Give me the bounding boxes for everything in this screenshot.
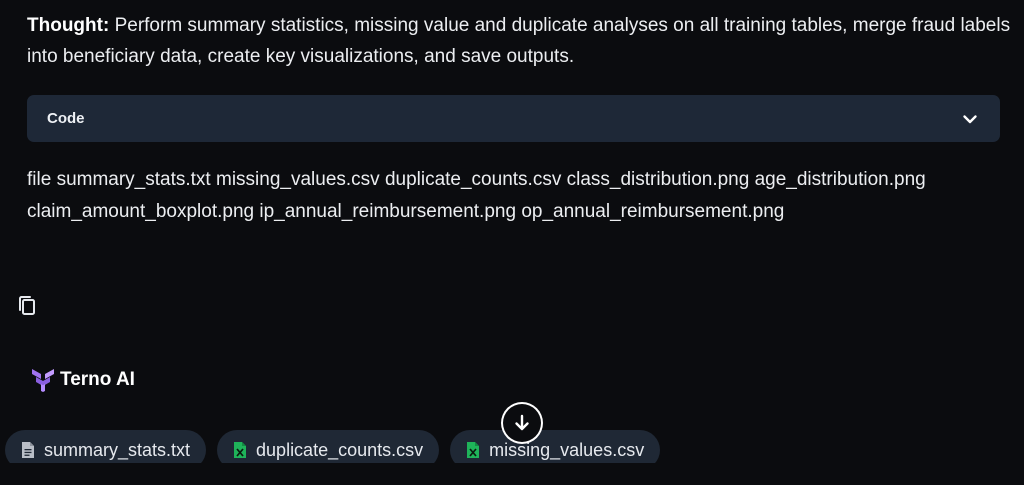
arrow-down-icon xyxy=(515,414,529,431)
scroll-to-bottom-button[interactable] xyxy=(501,402,543,444)
chevron-down-icon[interactable] xyxy=(960,109,980,129)
attachment-name: summary_stats.txt xyxy=(44,439,191,460)
spreadsheet-file-icon xyxy=(234,442,247,458)
assistant-name: Terno AI xyxy=(60,369,135,390)
attachment-name: duplicate_counts.csv xyxy=(256,439,424,460)
terno-logo-icon xyxy=(32,369,54,392)
attachment-name: missing_values.csv xyxy=(489,439,645,460)
thought-message: Thought: Perform summary statistics, mis… xyxy=(27,10,1012,72)
scroll-button-inner xyxy=(503,404,541,442)
code-label: Code xyxy=(47,110,85,127)
text-file-icon xyxy=(22,442,34,458)
chat-page: Thought: Perform summary statistics, mis… xyxy=(0,0,1024,485)
thought-text: Perform summary statistics, missing valu… xyxy=(27,15,1011,67)
assistant-header: Terno AI xyxy=(31,367,135,393)
files-output-text: file summary_stats.txt missing_values.cs… xyxy=(27,169,926,222)
thought-label: Thought: xyxy=(27,15,110,36)
code-collapsible-header[interactable]: Code xyxy=(27,95,1000,142)
bottom-edge xyxy=(0,463,1024,485)
spreadsheet-file-icon xyxy=(467,442,480,458)
copy-icon xyxy=(19,296,35,315)
copy-button[interactable] xyxy=(15,294,39,318)
